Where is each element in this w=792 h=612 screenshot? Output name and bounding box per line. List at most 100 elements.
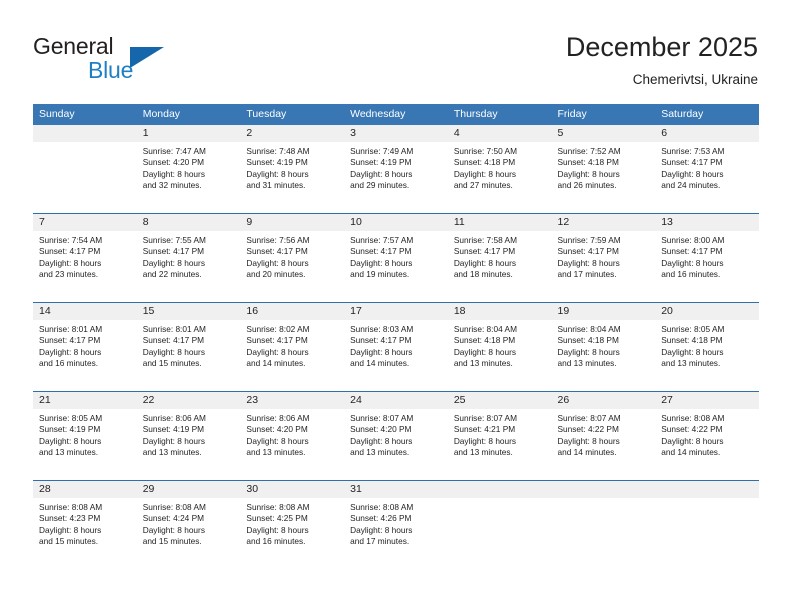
day-number[interactable]: 10 <box>344 214 448 231</box>
day-number[interactable]: 7 <box>33 214 137 231</box>
day-number[interactable]: 20 <box>655 303 759 320</box>
day-cell[interactable]: Sunrise: 8:08 AM Sunset: 4:24 PM Dayligh… <box>137 498 241 569</box>
day-cell[interactable]: Sunrise: 7:56 AM Sunset: 4:17 PM Dayligh… <box>240 231 344 302</box>
day-cell[interactable]: Sunrise: 8:05 AM Sunset: 4:19 PM Dayligh… <box>33 409 137 480</box>
day-number[interactable]: 11 <box>448 214 552 231</box>
day-number[interactable]: 30 <box>240 481 344 498</box>
day-cell[interactable]: Sunrise: 8:06 AM Sunset: 4:20 PM Dayligh… <box>240 409 344 480</box>
day-cell[interactable]: Sunrise: 7:57 AM Sunset: 4:17 PM Dayligh… <box>344 231 448 302</box>
day-number[interactable]: 17 <box>344 303 448 320</box>
sunrise-text: Sunrise: 7:57 AM <box>350 235 414 245</box>
daylight-text-line2: and 31 minutes. <box>246 180 306 191</box>
daylight-text-line1: Daylight: 8 hours <box>453 168 517 179</box>
week-number-band: 1 2 3 4 5 6 <box>33 125 759 142</box>
day-cell[interactable]: Sunrise: 7:59 AM Sunset: 4:17 PM Dayligh… <box>552 231 656 302</box>
day-number[interactable]: 6 <box>655 125 759 142</box>
day-cell[interactable]: Sunrise: 8:02 AM Sunset: 4:17 PM Dayligh… <box>240 320 344 391</box>
daylight-text-line2: and 13 minutes. <box>39 447 99 458</box>
day-number[interactable] <box>655 481 759 498</box>
day-number[interactable]: 9 <box>240 214 344 231</box>
day-number[interactable] <box>33 125 137 142</box>
day-number[interactable]: 2 <box>240 125 344 142</box>
day-cell[interactable]: Sunrise: 7:47 AM Sunset: 4:20 PM Dayligh… <box>137 142 241 213</box>
day-number[interactable]: 5 <box>552 125 656 142</box>
day-cell[interactable]: Sunrise: 7:54 AM Sunset: 4:17 PM Dayligh… <box>33 231 137 302</box>
day-cell[interactable]: Sunrise: 8:01 AM Sunset: 4:17 PM Dayligh… <box>137 320 241 391</box>
day-number[interactable]: 26 <box>552 392 656 409</box>
day-number[interactable] <box>448 481 552 498</box>
daylight-text-line2: and 17 minutes. <box>557 269 617 280</box>
day-cell[interactable]: Sunrise: 8:08 AM Sunset: 4:26 PM Dayligh… <box>344 498 448 569</box>
day-number[interactable]: 18 <box>448 303 552 320</box>
sunset-text: Sunset: 4:17 PM <box>39 246 101 257</box>
day-cell[interactable]: Sunrise: 8:04 AM Sunset: 4:18 PM Dayligh… <box>552 320 656 391</box>
day-cell[interactable]: Sunrise: 8:08 AM Sunset: 4:23 PM Dayligh… <box>33 498 137 569</box>
day-cell[interactable]: Sunrise: 8:00 AM Sunset: 4:17 PM Dayligh… <box>655 231 759 302</box>
day-cell[interactable]: Sunrise: 8:07 AM Sunset: 4:22 PM Dayligh… <box>552 409 656 480</box>
day-number[interactable]: 25 <box>448 392 552 409</box>
day-cell[interactable]: Sunrise: 7:48 AM Sunset: 4:19 PM Dayligh… <box>240 142 344 213</box>
sunset-text: Sunset: 4:20 PM <box>246 424 308 435</box>
day-cell[interactable] <box>655 498 759 569</box>
daylight-text-line1: Daylight: 8 hours <box>350 346 413 357</box>
day-number[interactable]: 22 <box>137 392 241 409</box>
day-cell[interactable]: Sunrise: 8:08 AM Sunset: 4:25 PM Dayligh… <box>240 498 344 569</box>
day-cell[interactable]: Sunrise: 7:52 AM Sunset: 4:18 PM Dayligh… <box>552 142 656 213</box>
day-number[interactable]: 27 <box>655 392 759 409</box>
day-header-sunday: Sunday <box>39 108 75 120</box>
daylight-text-line1: Daylight: 8 hours <box>453 435 517 446</box>
sunset-text: Sunset: 4:17 PM <box>453 246 516 257</box>
day-number[interactable]: 1 <box>137 125 241 142</box>
day-number[interactable]: 16 <box>240 303 344 320</box>
day-number[interactable]: 23 <box>240 392 344 409</box>
sunset-text: Sunset: 4:20 PM <box>350 424 412 435</box>
day-number[interactable]: 21 <box>33 392 137 409</box>
day-cell[interactable] <box>448 498 552 569</box>
brand-logo[interactable]: General Blue <box>33 33 233 89</box>
sunset-text: Sunset: 4:18 PM <box>661 335 723 346</box>
day-cell[interactable]: Sunrise: 8:05 AM Sunset: 4:18 PM Dayligh… <box>655 320 759 391</box>
day-cell[interactable]: Sunrise: 8:06 AM Sunset: 4:19 PM Dayligh… <box>137 409 241 480</box>
day-cell[interactable]: Sunrise: 7:49 AM Sunset: 4:19 PM Dayligh… <box>344 142 448 213</box>
day-cell[interactable]: Sunrise: 8:03 AM Sunset: 4:17 PM Dayligh… <box>344 320 448 391</box>
day-cell[interactable]: Sunrise: 8:07 AM Sunset: 4:20 PM Dayligh… <box>344 409 448 480</box>
day-number[interactable]: 31 <box>344 481 448 498</box>
daylight-text-line1: Daylight: 8 hours <box>142 346 205 357</box>
day-number[interactable]: 28 <box>33 481 137 498</box>
day-number[interactable]: 15 <box>137 303 241 320</box>
day-number[interactable]: 8 <box>137 214 241 231</box>
day-number[interactable]: 3 <box>344 125 448 142</box>
day-of-week-header-row: Sunday Monday Tuesday Wednesday Thursday… <box>33 104 759 125</box>
day-number[interactable]: 13 <box>655 214 759 231</box>
week-row: 28 29 30 31 Sunrise: 8:08 AM Sunset: 4:2… <box>33 480 759 569</box>
day-cell[interactable] <box>33 142 137 213</box>
day-cell[interactable]: Sunrise: 7:58 AM Sunset: 4:17 PM Dayligh… <box>448 231 552 302</box>
day-number[interactable]: 4 <box>448 125 552 142</box>
day-cell[interactable]: Sunrise: 8:04 AM Sunset: 4:18 PM Dayligh… <box>448 320 552 391</box>
daylight-text-line1: Daylight: 8 hours <box>557 257 620 268</box>
day-number[interactable]: 24 <box>344 392 448 409</box>
day-number[interactable] <box>552 481 656 498</box>
daylight-text-line2: and 13 minutes. <box>453 447 513 458</box>
sunset-text: Sunset: 4:18 PM <box>557 157 619 168</box>
day-cell[interactable]: Sunrise: 8:07 AM Sunset: 4:21 PM Dayligh… <box>448 409 552 480</box>
day-cell[interactable]: Sunrise: 8:01 AM Sunset: 4:17 PM Dayligh… <box>33 320 137 391</box>
day-cell[interactable]: Sunrise: 7:50 AM Sunset: 4:18 PM Dayligh… <box>448 142 552 213</box>
daylight-text-line1: Daylight: 8 hours <box>246 346 309 357</box>
sunrise-text: Sunrise: 7:52 AM <box>557 146 621 156</box>
sunrise-text: Sunrise: 8:01 AM <box>39 324 103 334</box>
sunset-text: Sunset: 4:20 PM <box>142 157 205 168</box>
daylight-text-line1: Daylight: 8 hours <box>557 435 620 446</box>
day-number[interactable]: 14 <box>33 303 137 320</box>
day-cell[interactable] <box>552 498 656 569</box>
day-cell[interactable]: Sunrise: 7:55 AM Sunset: 4:17 PM Dayligh… <box>137 231 241 302</box>
daylight-text-line1: Daylight: 8 hours <box>350 257 413 268</box>
sunset-text: Sunset: 4:17 PM <box>142 335 205 346</box>
day-number[interactable]: 29 <box>137 481 241 498</box>
day-number[interactable]: 12 <box>552 214 656 231</box>
daylight-text-line1: Daylight: 8 hours <box>350 435 413 446</box>
day-number[interactable]: 19 <box>552 303 656 320</box>
day-cell[interactable]: Sunrise: 7:53 AM Sunset: 4:17 PM Dayligh… <box>655 142 759 213</box>
day-cell[interactable]: Sunrise: 8:08 AM Sunset: 4:22 PM Dayligh… <box>655 409 759 480</box>
sunset-text: Sunset: 4:17 PM <box>661 157 723 168</box>
